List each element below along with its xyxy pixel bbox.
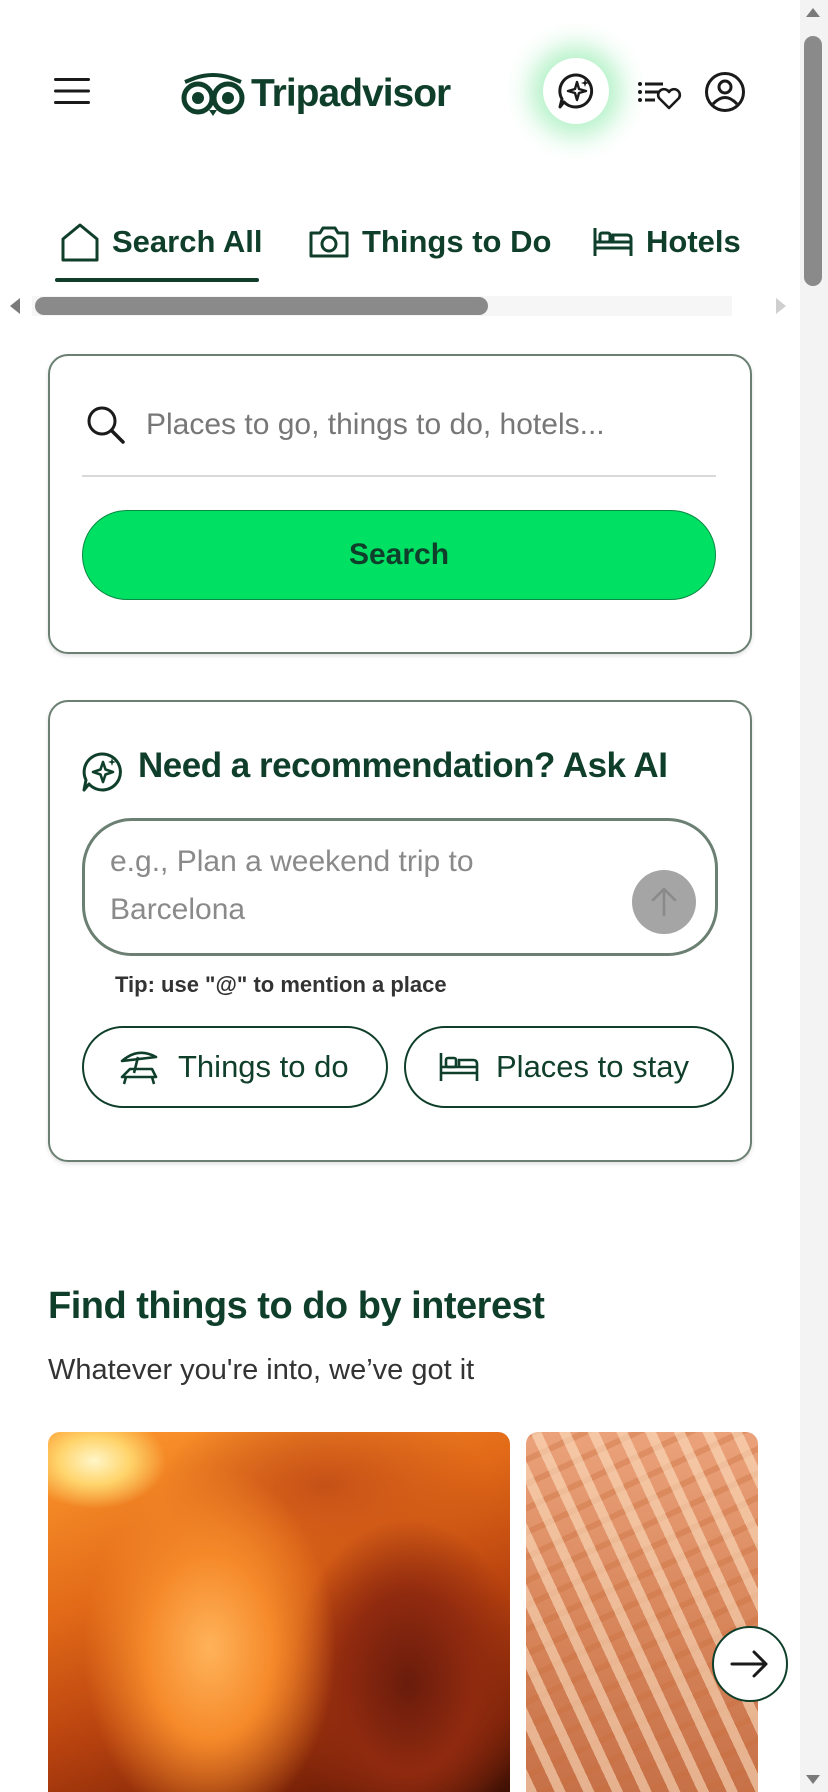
section-subtitle: Whatever you're into, we’ve got it — [48, 1354, 475, 1386]
carousel-next-button[interactable] — [712, 1626, 788, 1702]
profile-button[interactable] — [704, 71, 746, 113]
scroll-left-arrow-icon[interactable] — [10, 298, 20, 314]
tab-label: Things to Do — [362, 224, 552, 259]
menu-button[interactable] — [52, 74, 92, 108]
beach-chair-icon — [120, 1051, 158, 1085]
owl-eyes-logo-icon — [181, 73, 245, 116]
scroll-right-arrow-icon[interactable] — [776, 298, 786, 314]
search-icon — [84, 403, 126, 445]
interest-card-image[interactable] — [526, 1432, 758, 1792]
home-icon — [61, 223, 99, 262]
interest-card-image[interactable] — [48, 1432, 510, 1792]
chip-things-to-do[interactable]: Things to do — [82, 1026, 388, 1108]
tabs-scrollbar-thumb[interactable] — [35, 297, 488, 315]
tab-hotels[interactable]: Hotels — [592, 212, 741, 272]
search-divider — [82, 475, 716, 477]
tab-search-all[interactable]: Search All — [60, 212, 262, 272]
arrow-right-icon — [730, 1650, 768, 1678]
search-input[interactable] — [144, 398, 714, 452]
user-profile-icon — [705, 72, 745, 112]
ai-sparkle-chat-icon — [80, 750, 124, 794]
search-button[interactable]: Search — [82, 510, 716, 600]
page-scrollbar-thumb[interactable] — [804, 36, 822, 286]
logo-text: Tripadvisor — [251, 72, 451, 115]
ai-assistant-button[interactable] — [543, 58, 609, 124]
ai-card-title: Need a recommendation? Ask AI — [138, 746, 668, 785]
ai-sparkle-chat-icon — [558, 73, 594, 109]
trips-button[interactable] — [636, 76, 682, 112]
ai-send-button[interactable] — [632, 870, 696, 934]
chip-label: Places to stay — [496, 1049, 689, 1084]
tab-things-to-do[interactable]: Things to Do — [308, 212, 551, 272]
scroll-down-arrow-icon[interactable] — [806, 1775, 820, 1784]
scroll-up-arrow-icon[interactable] — [806, 8, 820, 17]
selected-tab-indicator — [55, 278, 259, 282]
chip-places-to-stay[interactable]: Places to stay — [404, 1026, 734, 1108]
chip-label: Things to do — [178, 1049, 349, 1084]
tripadvisor-logo[interactable]: Tripadvisor — [181, 70, 451, 118]
hamburger-menu-icon — [54, 78, 90, 104]
arrow-up-icon — [651, 887, 677, 917]
bed-icon — [439, 1053, 479, 1081]
camera-icon — [309, 226, 349, 258]
ai-tip-text: Tip: use "@" to mention a place — [115, 972, 447, 997]
tab-label: Search All — [112, 224, 263, 259]
section-title: Find things to do by interest — [48, 1285, 545, 1327]
trips-list-heart-icon — [638, 82, 682, 110]
tab-label: Hotels — [646, 224, 741, 259]
bed-icon — [593, 228, 633, 256]
ai-prompt-input[interactable] — [110, 838, 610, 938]
